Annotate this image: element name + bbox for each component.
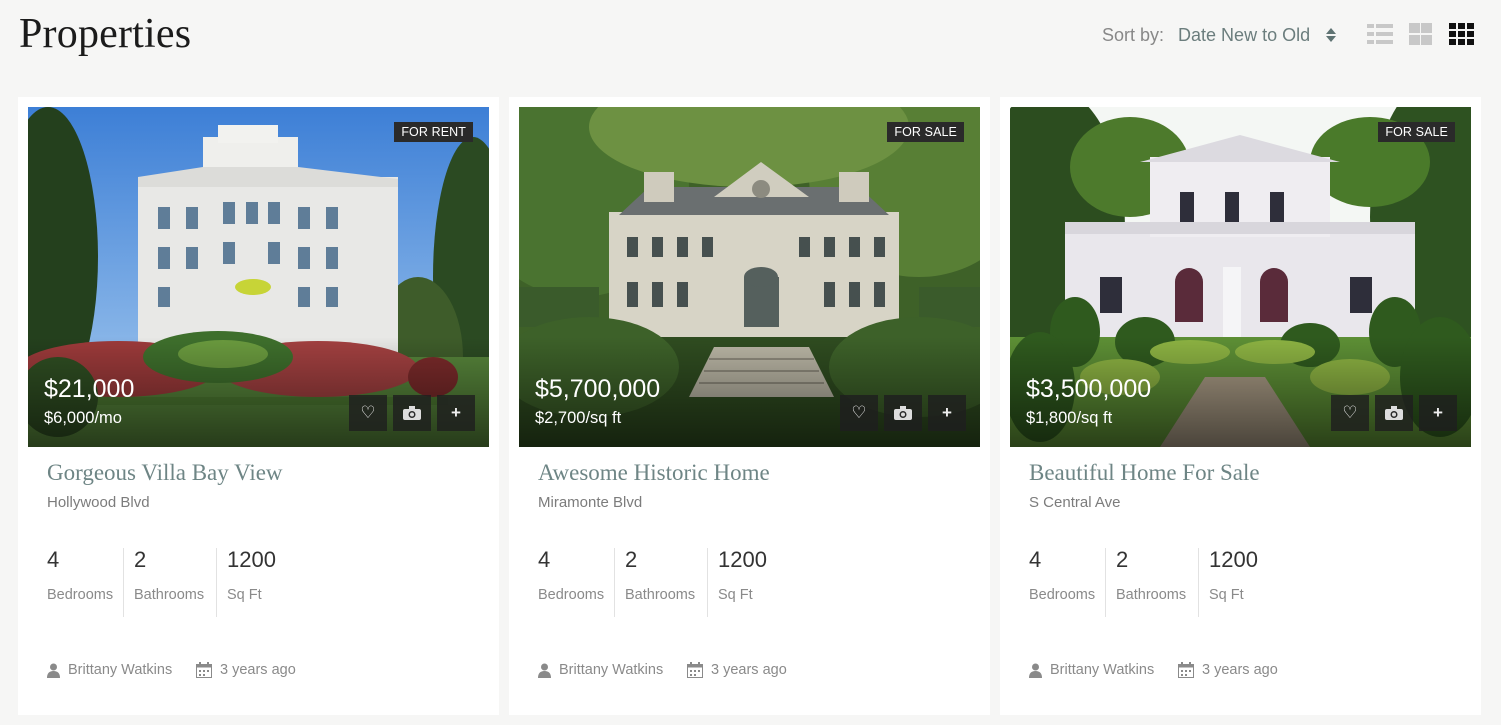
- calendar-icon: [1178, 662, 1194, 678]
- status-badge: FOR RENT: [394, 122, 473, 142]
- property-card[interactable]: FOR SALE $5,700,000 $2,700/sq ft ♡ + Awe…: [509, 97, 990, 715]
- property-title[interactable]: Awesome Historic Home: [538, 460, 770, 486]
- bedrooms-count: 4: [47, 547, 60, 572]
- property-image[interactable]: FOR SALE $5,700,000 $2,700/sq ft ♡ +: [519, 107, 980, 447]
- heart-icon: ♡: [851, 403, 867, 422]
- calendar-icon: [196, 662, 212, 678]
- bedrooms-stat: 4 Bedrooms: [538, 547, 604, 617]
- status-badge: FOR SALE: [887, 122, 964, 142]
- property-image[interactable]: FOR SALE $3,500,000 $1,800/sq ft ♡ +: [1010, 107, 1471, 447]
- agent-name[interactable]: Brittany Watkins: [68, 662, 172, 678]
- bathrooms-label: Bathrooms: [625, 587, 696, 603]
- agent-meta[interactable]: Brittany Watkins: [538, 662, 663, 678]
- grid-2-view-icon[interactable]: [1409, 23, 1432, 45]
- user-icon: [538, 663, 551, 678]
- property-card[interactable]: FOR SALE $3,500,000 $1,800/sq ft ♡ + Bea…: [1000, 97, 1481, 715]
- camera-icon: [894, 406, 912, 420]
- agent-name[interactable]: Brittany Watkins: [1050, 662, 1154, 678]
- status-badge: FOR SALE: [1378, 122, 1455, 142]
- sort-select-value[interactable]: Date New to Old: [1178, 25, 1310, 46]
- plus-icon: +: [451, 403, 461, 422]
- bathrooms-count: 2: [625, 547, 638, 572]
- heart-icon: ♡: [360, 403, 376, 422]
- gallery-button[interactable]: [884, 395, 922, 431]
- property-address: Hollywood Blvd: [47, 494, 150, 511]
- compare-button[interactable]: +: [928, 395, 966, 431]
- date-meta: 3 years ago: [687, 662, 787, 678]
- compare-button[interactable]: +: [1419, 395, 1457, 431]
- sqft-label: Sq Ft: [227, 587, 262, 603]
- bathrooms-stat: 2 Bathrooms: [134, 547, 204, 617]
- bathrooms-label: Bathrooms: [1116, 587, 1187, 603]
- user-icon: [1029, 663, 1042, 678]
- bathrooms-count: 2: [134, 547, 147, 572]
- posted-time: 3 years ago: [1202, 662, 1278, 678]
- list-view-icon[interactable]: [1367, 23, 1393, 45]
- property-address: S Central Ave: [1029, 494, 1121, 511]
- property-title[interactable]: Gorgeous Villa Bay View: [47, 460, 283, 486]
- bedrooms-label: Bedrooms: [47, 587, 114, 603]
- sqft-stat: 1200 Sq Ft: [1209, 547, 1258, 617]
- property-card[interactable]: FOR RENT $21,000 $6,000/mo ♡ + Gorgeous …: [18, 97, 499, 715]
- sqft-value: 1200: [1209, 547, 1258, 572]
- bedrooms-count: 4: [1029, 547, 1042, 572]
- sub-price: $1,800/sq ft: [1026, 409, 1113, 427]
- compare-button[interactable]: +: [437, 395, 475, 431]
- date-meta: 3 years ago: [196, 662, 296, 678]
- sqft-value: 1200: [227, 547, 276, 572]
- camera-icon: [403, 406, 421, 420]
- posted-time: 3 years ago: [711, 662, 787, 678]
- favorite-button[interactable]: ♡: [1331, 395, 1369, 431]
- page-title: Properties: [19, 11, 192, 57]
- bathrooms-label: Bathrooms: [134, 587, 205, 603]
- heart-icon: ♡: [1342, 403, 1358, 422]
- bathrooms-stat: 2 Bathrooms: [625, 547, 695, 617]
- gallery-button[interactable]: [1375, 395, 1413, 431]
- price: $21,000: [44, 375, 135, 403]
- sqft-stat: 1200 Sq Ft: [718, 547, 767, 617]
- sqft-label: Sq Ft: [1209, 587, 1244, 603]
- sort-label: Sort by:: [1102, 24, 1165, 45]
- sub-price: $2,700/sq ft: [535, 409, 622, 427]
- sqft-value: 1200: [718, 547, 767, 572]
- grid-3-view-icon[interactable]: [1449, 23, 1475, 45]
- bathrooms-stat: 2 Bathrooms: [1116, 547, 1186, 617]
- plus-icon: +: [942, 403, 952, 422]
- sort-arrows-icon[interactable]: [1326, 28, 1337, 42]
- bedrooms-label: Bedrooms: [1029, 587, 1096, 603]
- favorite-button[interactable]: ♡: [349, 395, 387, 431]
- property-image[interactable]: FOR RENT $21,000 $6,000/mo ♡ +: [28, 107, 489, 447]
- camera-icon: [1385, 406, 1403, 420]
- calendar-icon: [687, 662, 703, 678]
- bedrooms-label: Bedrooms: [538, 587, 605, 603]
- price: $3,500,000: [1026, 375, 1152, 403]
- agent-name[interactable]: Brittany Watkins: [559, 662, 663, 678]
- property-address: Miramonte Blvd: [538, 494, 643, 511]
- price: $5,700,000: [535, 375, 661, 403]
- date-meta: 3 years ago: [1178, 662, 1278, 678]
- sqft-label: Sq Ft: [718, 587, 753, 603]
- sqft-stat: 1200 Sq Ft: [227, 547, 276, 617]
- user-icon: [47, 663, 60, 678]
- agent-meta[interactable]: Brittany Watkins: [47, 662, 172, 678]
- bedrooms-stat: 4 Bedrooms: [47, 547, 113, 617]
- gallery-button[interactable]: [393, 395, 431, 431]
- property-title[interactable]: Beautiful Home For Sale: [1029, 460, 1260, 486]
- sort-control[interactable]: Sort by: Date New to Old: [1102, 22, 1337, 48]
- bathrooms-count: 2: [1116, 547, 1129, 572]
- posted-time: 3 years ago: [220, 662, 296, 678]
- plus-icon: +: [1433, 403, 1443, 422]
- agent-meta[interactable]: Brittany Watkins: [1029, 662, 1154, 678]
- favorite-button[interactable]: ♡: [840, 395, 878, 431]
- sub-price: $6,000/mo: [44, 409, 122, 427]
- bedrooms-count: 4: [538, 547, 551, 572]
- bedrooms-stat: 4 Bedrooms: [1029, 547, 1095, 617]
